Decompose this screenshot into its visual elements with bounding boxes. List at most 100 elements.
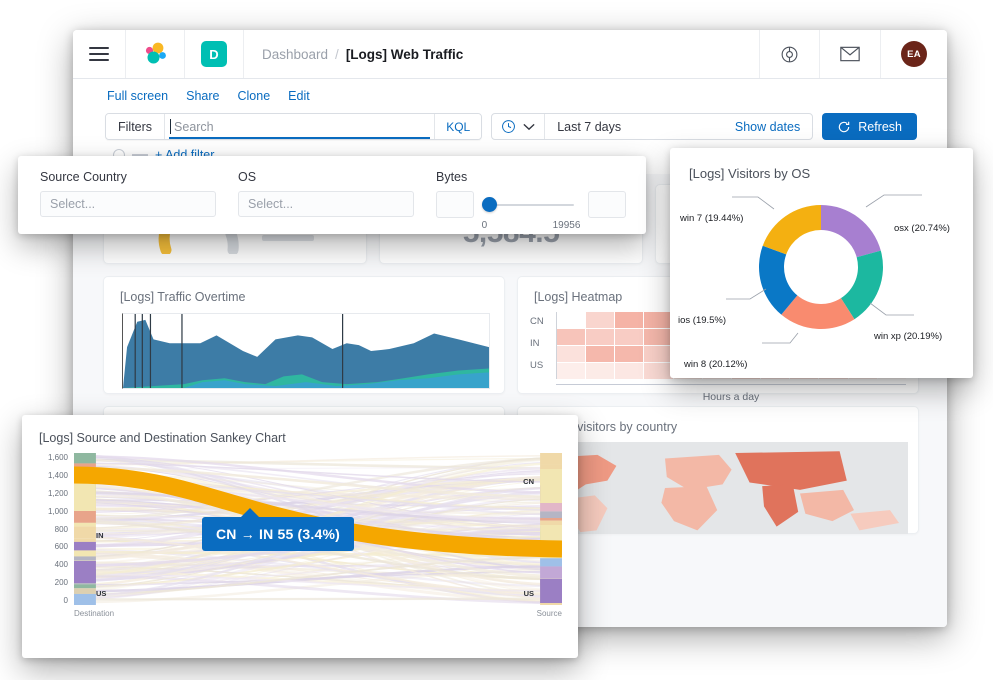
filter-label-source-country: Source Country <box>40 170 216 184</box>
heatmap-cell[interactable] <box>615 363 643 379</box>
filters-button[interactable]: Filters <box>106 114 165 139</box>
heatmap-cell[interactable] <box>557 346 585 362</box>
quick-select-button[interactable] <box>492 114 545 139</box>
menu-button[interactable] <box>73 30 126 78</box>
sankey-node-label-us-left: US <box>96 589 106 598</box>
bytes-max-input[interactable] <box>588 191 626 218</box>
breadcrumb-dashboard[interactable]: Dashboard <box>262 47 328 62</box>
sankey-node-label-cn-right: CN <box>523 477 534 486</box>
sankey-node-major[interactable] <box>540 579 562 603</box>
action-clone[interactable]: Clone <box>238 89 271 103</box>
sankey-node[interactable] <box>540 566 562 578</box>
sankey-node[interactable] <box>74 526 96 538</box>
refresh-label: Refresh <box>858 120 902 134</box>
mail-button[interactable] <box>819 30 880 78</box>
bytes-min-input[interactable] <box>436 191 474 218</box>
sankey-node[interactable] <box>540 518 562 521</box>
sankey-node[interactable] <box>74 588 96 594</box>
bytes-max-label: 19956 <box>553 220 581 231</box>
sankey-node[interactable] <box>540 453 562 464</box>
space-badge[interactable]: D <box>185 30 244 78</box>
search-input[interactable] <box>165 114 434 139</box>
text-caret <box>170 119 171 134</box>
heatmap-cell[interactable] <box>557 363 585 379</box>
sankey-y-axis: 1,600 1,400 1,200 1,000 800 600 400 200 0 <box>36 453 68 605</box>
breadcrumb-separator: / <box>335 47 339 62</box>
action-share[interactable]: Share <box>186 89 219 103</box>
breadcrumb: Dashboard / [Logs] Web Traffic <box>244 30 463 78</box>
sankey-node[interactable] <box>74 453 96 463</box>
search-focus-underline <box>169 137 430 139</box>
sankey-y-tick: 1,400 <box>48 471 68 480</box>
heatmap-cell[interactable] <box>586 312 614 328</box>
show-dates-link[interactable]: Show dates <box>735 120 800 134</box>
avatar: EA <box>901 41 927 67</box>
action-full-screen[interactable]: Full screen <box>107 89 168 103</box>
heatmap-cell[interactable] <box>644 329 672 345</box>
sankey-node[interactable] <box>74 550 96 556</box>
heatmap-cell[interactable] <box>557 312 585 328</box>
heatmap-cell[interactable] <box>557 329 585 345</box>
visitors-by-os-panel: [Logs] Visitors by OS osx (20.74%) win x… <box>670 148 973 378</box>
sankey-node[interactable] <box>540 511 562 518</box>
panel-traffic-overtime[interactable]: [Logs] Traffic Overtime <box>103 276 505 394</box>
bytes-min-label: 0 <box>482 220 488 231</box>
sankey-node[interactable] <box>74 542 96 551</box>
envelope-icon <box>840 46 860 62</box>
donut-slice-win-7[interactable] <box>763 205 821 254</box>
heatmap-cell[interactable] <box>615 329 643 345</box>
action-edit[interactable]: Edit <box>288 89 310 103</box>
slider-knob[interactable] <box>482 197 497 212</box>
dashboard-action-links: Full screen Share Clone Edit <box>73 79 947 111</box>
sankey-node[interactable] <box>74 523 96 527</box>
sankey-node-major[interactable] <box>74 561 96 583</box>
sankey-node-label-in: IN <box>96 531 104 540</box>
filters-search-group: Filters KQL <box>105 113 482 140</box>
sankey-node[interactable] <box>74 539 96 542</box>
heatmap-cell[interactable] <box>644 312 672 328</box>
sankey-link[interactable] <box>74 599 562 600</box>
elastic-logo-icon <box>142 41 168 67</box>
bytes-range-controls: 0 19956 <box>436 191 626 231</box>
sankey-axis-destination: Destination <box>74 609 114 618</box>
area-chart-svg <box>123 314 489 388</box>
heatmap-cell[interactable] <box>586 329 614 345</box>
help-button[interactable] <box>759 30 819 78</box>
filter-label-bytes: Bytes <box>436 170 626 184</box>
sankey-axis-source: Source <box>537 609 562 618</box>
heatmap-cell[interactable] <box>586 346 614 362</box>
filter-label-os: OS <box>238 170 414 184</box>
user-avatar-button[interactable]: EA <box>880 30 947 78</box>
sankey-node[interactable] <box>74 584 96 588</box>
date-range-display[interactable]: Last 7 days Show dates <box>545 114 812 139</box>
donut-chart: osx (20.74%) win xp (20.19%) win 8 (20.1… <box>670 181 973 359</box>
filter-source-country: Source Country Select... <box>40 170 216 234</box>
sankey-node[interactable] <box>74 556 96 560</box>
heatmap-cell[interactable] <box>615 312 643 328</box>
elastic-logo[interactable] <box>126 30 185 78</box>
heatmap-row-label-cn: CN <box>530 316 556 327</box>
heatmap-cell[interactable] <box>644 363 672 379</box>
filter-controls-panel: Source Country Select... OS Select... By… <box>18 156 646 234</box>
donut-panel-title: [Logs] Visitors by OS <box>670 148 973 181</box>
sankey-y-tick: 1,000 <box>48 507 68 516</box>
sankey-node-major[interactable] <box>540 469 562 503</box>
heatmap-x-axis-label: Hours a day <box>556 384 906 403</box>
traffic-overtime-chart <box>122 313 490 389</box>
filter-os: OS Select... <box>238 170 414 234</box>
os-select[interactable]: Select... <box>238 191 414 217</box>
sankey-chart: 1,600 1,400 1,200 1,000 800 600 400 200 0 IN US … <box>36 453 562 625</box>
kql-button[interactable]: KQL <box>434 114 481 139</box>
topnav-right-group: EA <box>759 30 947 78</box>
sankey-node[interactable] <box>74 594 96 605</box>
heatmap-cell[interactable] <box>615 346 643 362</box>
heatmap-cell[interactable] <box>644 346 672 362</box>
sankey-tooltip: CN → IN 55 (3.4%) <box>202 517 354 551</box>
refresh-button[interactable]: Refresh <box>822 113 917 140</box>
bytes-slider[interactable] <box>482 191 574 218</box>
source-country-select[interactable]: Select... <box>40 191 216 217</box>
sankey-node[interactable] <box>540 558 562 566</box>
donut-slice-osx[interactable] <box>821 205 881 257</box>
heatmap-cell[interactable] <box>586 363 614 379</box>
search-field-wrapper <box>165 114 434 139</box>
